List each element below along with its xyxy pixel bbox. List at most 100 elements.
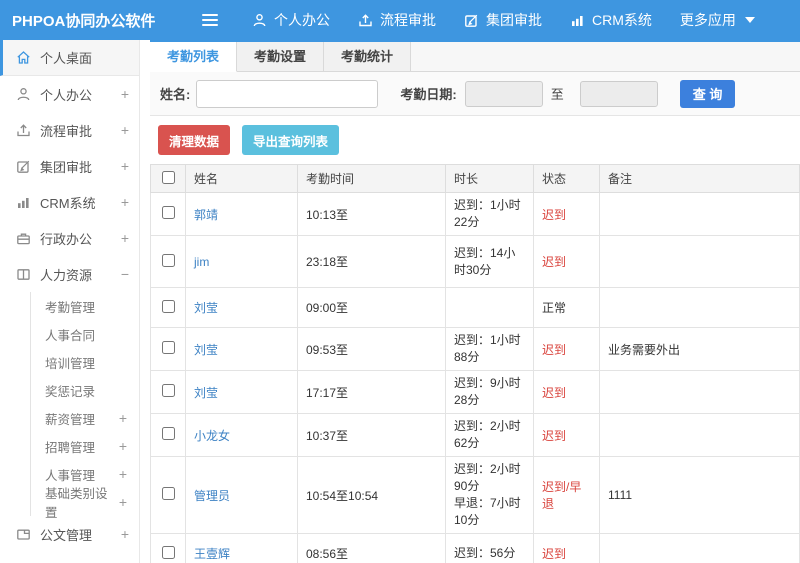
status-badge: 正常 [533, 287, 600, 328]
sidebar-subitem-label: 基础类别设置 [45, 487, 108, 520]
sidebar-subitem-hr-contracts[interactable]: 人事合同 [31, 320, 139, 348]
table-row: 小龙女 10:37至 迟到：2小时62分 迟到 [150, 413, 800, 457]
tab-bar: 考勤列表 考勤设置 考勤统计 [150, 42, 800, 72]
expand-plus-icon[interactable]: + [119, 466, 127, 482]
clean-data-button[interactable]: 清理数据 [158, 125, 231, 155]
employee-name-link[interactable]: 小龙女 [185, 413, 298, 457]
nav-label: 更多应用 [679, 12, 736, 28]
row-checkbox[interactable] [161, 206, 175, 219]
nav-item-personal-office[interactable]: 个人办公 [252, 10, 330, 30]
sidebar-subitem-training-management[interactable]: 培训管理 [31, 348, 139, 376]
tab-attendance-settings[interactable]: 考勤设置 [237, 42, 325, 71]
employee-name-link[interactable]: 王壹辉 [185, 533, 298, 563]
nav-item-group-approval[interactable]: 集团审批 [464, 10, 542, 30]
date-to-label: 至 [550, 87, 564, 102]
expand-plus-icon[interactable]: + [119, 410, 127, 426]
status-badge: 迟到 [533, 413, 600, 457]
expand-plus-icon[interactable]: + [121, 194, 129, 210]
expand-plus-icon[interactable]: + [119, 494, 127, 510]
edit-icon [464, 13, 479, 28]
sidebar-item-group-approval[interactable]: 集团审批 + [0, 148, 139, 184]
person-icon [252, 13, 267, 28]
sidebar-item-personal-desktop[interactable]: 个人桌面 [0, 40, 139, 76]
attendance-time: 09:53至 [297, 327, 446, 371]
table-row: 郭靖 10:13至 迟到：1小时22分 迟到 [150, 192, 800, 236]
expand-plus-icon[interactable]: + [121, 526, 129, 542]
tab-attendance-list[interactable]: 考勤列表 [150, 42, 238, 72]
sidebar-item-admin-office[interactable]: 行政办公 + [0, 220, 139, 256]
flow-icon [16, 123, 31, 138]
app-logo: PHPOA协同办公软件 [12, 12, 156, 30]
row-checkbox[interactable] [161, 384, 175, 397]
briefcase-icon [16, 231, 31, 246]
nav-item-crm-system[interactable]: CRM系统 [570, 10, 652, 30]
row-checkbox[interactable] [161, 299, 175, 313]
bar-chart-icon [570, 13, 585, 28]
nav-label: 流程审批 [380, 12, 436, 28]
nav-label: 集团审批 [486, 12, 542, 28]
note [599, 533, 800, 563]
sidebar-item-vehicle-management[interactable]: 用车管理 + [0, 552, 139, 563]
sidebar-item-crm-system[interactable]: CRM系统 + [0, 184, 139, 220]
date-to-input[interactable] [579, 80, 658, 107]
expand-plus-icon[interactable]: + [121, 158, 129, 174]
date-from-input[interactable] [464, 80, 543, 107]
hr-submenu: 考勤管理 人事合同 培训管理 奖惩记录 薪资管理 + 招聘管理 + 人事管理 + [30, 292, 139, 520]
sidebar-subitem-salary-management[interactable]: 薪资管理 + [31, 404, 139, 432]
row-checkbox[interactable] [161, 487, 175, 500]
search-button[interactable]: 查 询 [679, 79, 736, 108]
sidebar-item-document-management[interactable]: 公文管理 + [0, 516, 139, 552]
sidebar-subitem-recruitment-management[interactable]: 招聘管理 + [31, 432, 139, 460]
note [599, 413, 800, 457]
expand-plus-icon[interactable]: + [121, 230, 129, 246]
employee-name-link[interactable]: 刘莹 [185, 287, 298, 328]
col-header-status: 状态 [533, 164, 600, 193]
attendance-time: 10:37至 [297, 413, 446, 457]
hamburger-menu-icon[interactable] [202, 14, 218, 26]
duration: 迟到：1小时22分 [445, 192, 534, 236]
name-input[interactable] [196, 79, 379, 108]
employee-name-link[interactable]: 管理员 [185, 456, 298, 534]
filter-bar: 姓名: 考勤日期: 至 查 询 [150, 72, 800, 116]
select-all-checkbox[interactable] [161, 170, 175, 184]
employee-name-link[interactable]: 郭靖 [185, 192, 298, 236]
nav-item-workflow-approval[interactable]: 流程审批 [358, 10, 436, 30]
col-header-duration: 时长 [445, 164, 534, 193]
expand-plus-icon[interactable]: + [119, 438, 127, 454]
employee-name-link[interactable]: jim [185, 235, 298, 288]
sidebar-item-label: 个人桌面 [40, 51, 93, 66]
sidebar-subitem-label: 奖惩记录 [45, 384, 96, 399]
duration: 迟到：1小时88分 [445, 327, 534, 371]
toolbar: 清理数据 导出查询列表 [150, 116, 800, 164]
row-checkbox[interactable] [161, 253, 175, 267]
expand-plus-icon[interactable]: + [121, 86, 129, 102]
row-checkbox[interactable] [161, 545, 175, 559]
collapse-minus-icon[interactable]: − [121, 266, 129, 282]
export-list-button[interactable]: 导出查询列表 [242, 125, 340, 155]
note [599, 370, 800, 414]
document-icon [16, 527, 31, 542]
table-row: 刘莹 09:53至 迟到：1小时88分 迟到 业务需要外出 [150, 327, 800, 371]
employee-name-link[interactable]: 刘莹 [185, 327, 298, 371]
employee-name-link[interactable]: 刘莹 [185, 370, 298, 414]
sidebar-subitem-reward-punishment[interactable]: 奖惩记录 [31, 376, 139, 404]
sidebar-item-human-resources[interactable]: 人力资源 − [0, 256, 139, 292]
nav-item-more-apps[interactable]: 更多应用 [680, 10, 755, 30]
book-icon [16, 267, 31, 282]
sidebar-item-personal-office[interactable]: 个人办公 + [0, 76, 139, 112]
attendance-time: 08:56至 [297, 533, 446, 563]
tab-attendance-statistics[interactable]: 考勤统计 [324, 42, 412, 71]
sidebar-subitem-basic-category-settings[interactable]: 基础类别设置 + [31, 487, 139, 520]
sidebar: 个人桌面 个人办公 + 流程审批 + 集团审批 + CRM系统 + 行政办公 + [0, 40, 140, 563]
expand-plus-icon[interactable]: + [121, 122, 129, 138]
table-row: 刘莹 17:17至 迟到：9小时28分 迟到 [150, 370, 800, 414]
row-checkbox[interactable] [161, 341, 175, 354]
sidebar-item-label: 流程审批 [40, 123, 93, 139]
sidebar-item-workflow-approval[interactable]: 流程审批 + [0, 112, 139, 148]
row-checkbox[interactable] [161, 427, 175, 440]
top-bar: PHPOA协同办公软件 个人办公 流程审批 集团审批 CRM系统 更多应用 [0, 0, 800, 40]
sidebar-subitem-attendance-management[interactable]: 考勤管理 [31, 292, 139, 320]
sidebar-subitem-label: 薪资管理 [45, 412, 96, 427]
sidebar-item-label: 公文管理 [40, 527, 93, 543]
status-badge: 迟到 [533, 235, 600, 288]
